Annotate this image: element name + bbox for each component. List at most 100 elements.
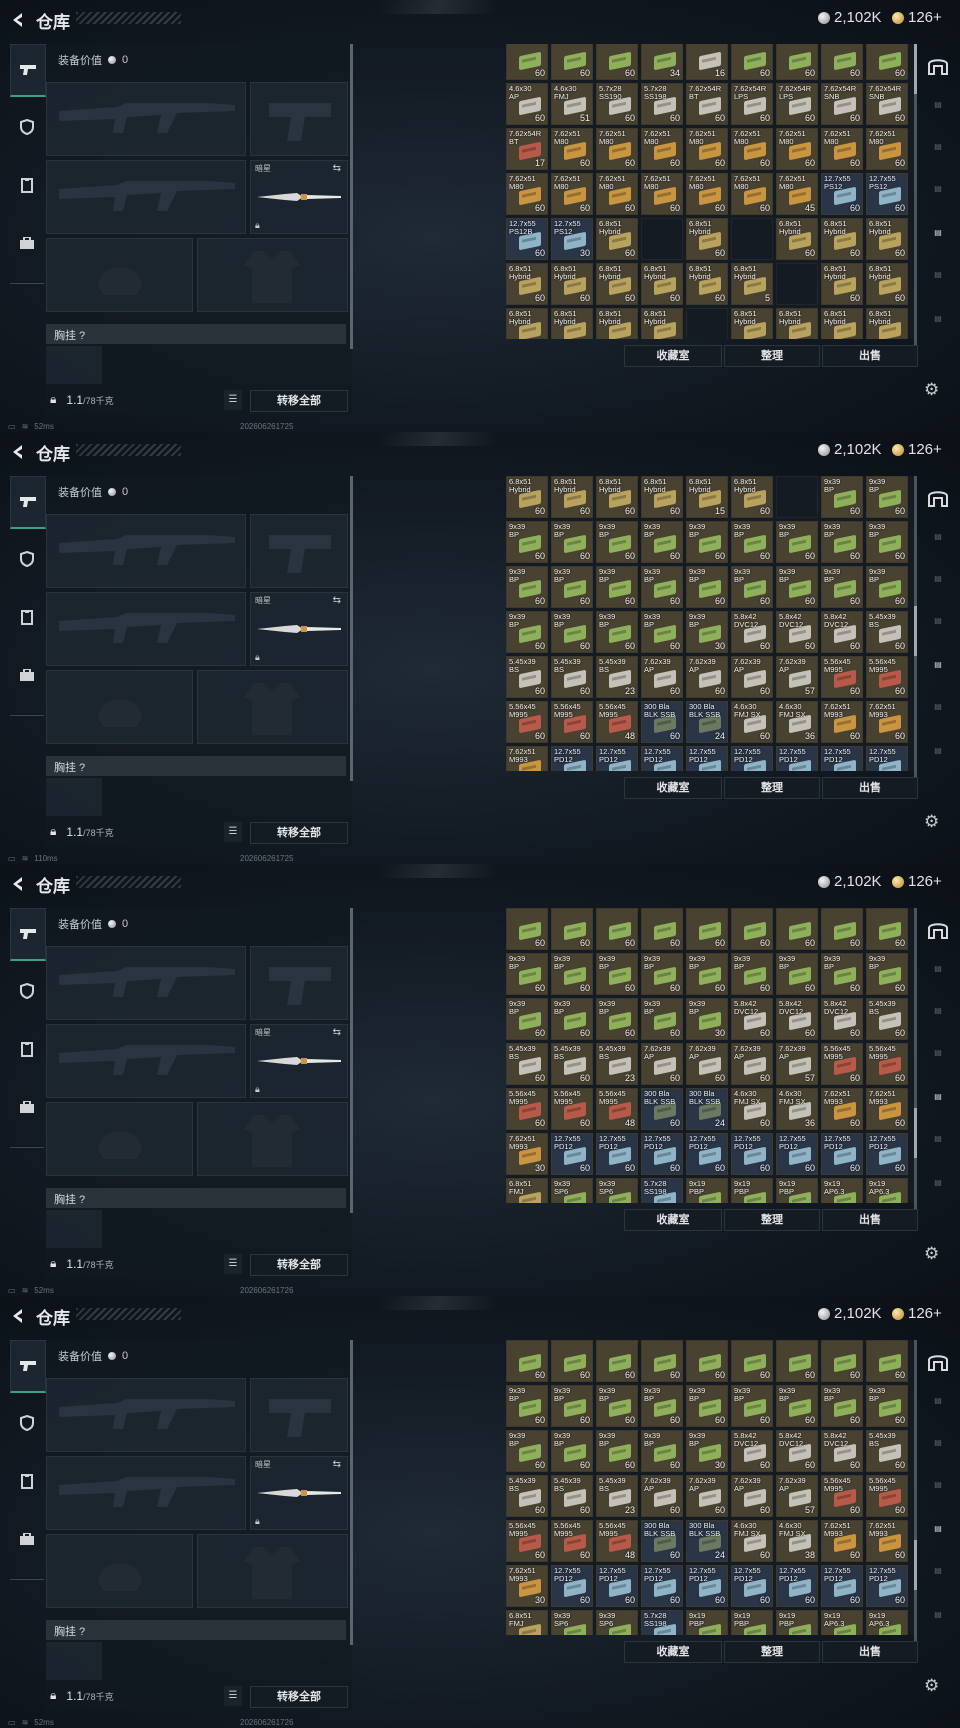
ammo-item[interactable]: 5.56x45 M995 60 bbox=[866, 656, 908, 698]
sort-button[interactable]: 整理 bbox=[724, 777, 820, 799]
ammo-item[interactable]: 12.7x55 PD1260 bbox=[866, 1565, 908, 1607]
ammo-item[interactable]: 7.62x39 AP 60 bbox=[641, 1043, 683, 1085]
empty-stash-slot[interactable] bbox=[776, 476, 818, 518]
ammo-item[interactable]: 60 bbox=[866, 1340, 908, 1382]
ammo-item[interactable]: 9x39 BP 60 bbox=[641, 611, 683, 653]
ammo-item[interactable]: 60 bbox=[776, 908, 818, 950]
ammo-item[interactable]: 5.56x45 M995 60 bbox=[506, 1520, 548, 1562]
ammo-item[interactable]: 6.8x51 Hybrid 60 bbox=[641, 263, 683, 305]
gold-currency[interactable]: 126+ bbox=[892, 873, 942, 890]
ammo-item[interactable]: 6.8x51 Hybrid 60 bbox=[506, 476, 548, 518]
ammo-item[interactable]: 4.6x30 FMJ SX 60 bbox=[731, 1520, 773, 1562]
ammo-item[interactable]: 9x19 PBP33 bbox=[776, 1178, 818, 1203]
stash-tab-6[interactable]: ▤ bbox=[924, 270, 952, 296]
ammo-item[interactable]: 4.6x30 FMJ SX 38 bbox=[776, 1520, 818, 1562]
ammo-item[interactable]: 7.62x51 M80 45 bbox=[776, 173, 818, 215]
ammo-item[interactable]: 60 bbox=[731, 908, 773, 950]
ammo-item[interactable]: 60 bbox=[596, 44, 638, 80]
ammo-item[interactable]: 12.7x55 PD1260 bbox=[641, 746, 683, 771]
ammo-item[interactable]: 12.7x55 PD1260 bbox=[821, 746, 863, 771]
ammo-item[interactable]: 9x39 BP 60 bbox=[506, 566, 548, 608]
ammo-item[interactable]: 12.7x55 PD1260 bbox=[821, 1565, 863, 1607]
armor-slot[interactable] bbox=[197, 1534, 348, 1608]
nav-weapons[interactable] bbox=[10, 476, 46, 529]
ammo-item[interactable]: 60 bbox=[776, 1340, 818, 1382]
armor-slot[interactable] bbox=[197, 238, 348, 312]
ammo-item[interactable]: 9x39 BP 60 bbox=[866, 1385, 908, 1427]
ammo-item[interactable]: 7.62x51 M80 60 bbox=[776, 128, 818, 170]
primary-weapon-slot[interactable] bbox=[46, 1378, 246, 1452]
ammo-item[interactable]: 5.7x28 SS19860 bbox=[641, 1610, 683, 1635]
ammo-item[interactable]: 9x19 PBP60 bbox=[686, 1178, 728, 1203]
ammo-item[interactable]: 4.6x30 FMJ SX 36 bbox=[776, 701, 818, 743]
ammo-item[interactable]: 5.8x42 DVC12 60 bbox=[821, 1430, 863, 1472]
back-arrow-icon[interactable] bbox=[8, 10, 28, 30]
stash-tab-3[interactable]: ▤ bbox=[924, 574, 952, 600]
ammo-item[interactable]: 9x39 BP 60 bbox=[551, 521, 593, 563]
ammo-item[interactable]: 7.62x51 M993 60 bbox=[821, 1088, 863, 1130]
empty-stash-slot[interactable] bbox=[686, 308, 728, 339]
ammo-item[interactable]: 5.8x42 DVC12 60 bbox=[731, 998, 773, 1040]
ammo-item[interactable]: 60 bbox=[866, 44, 908, 80]
ammo-item[interactable]: 6.8x51 Hybrid 60 bbox=[866, 218, 908, 260]
ammo-item[interactable]: 60 bbox=[641, 908, 683, 950]
ammo-item[interactable]: 7.62x51 M993 60 bbox=[821, 1520, 863, 1562]
secondary-weapon-slot[interactable] bbox=[46, 1456, 246, 1530]
ammo-item[interactable]: 5.45x39 BS 60 bbox=[551, 1475, 593, 1517]
ammo-item[interactable]: 12.7x55 PD1260 bbox=[776, 1133, 818, 1175]
nav-armor[interactable] bbox=[10, 966, 44, 1016]
ammo-item[interactable]: 60 bbox=[866, 908, 908, 950]
stash-tab-5[interactable]: ▤ bbox=[924, 228, 952, 254]
ammo-item[interactable]: 5.56x45 M995 60 bbox=[506, 701, 548, 743]
equipment-scrollbar[interactable] bbox=[350, 908, 353, 1213]
back-arrow-icon[interactable] bbox=[8, 1306, 28, 1326]
ammo-item[interactable]: 9x39 BP 60 bbox=[821, 476, 863, 518]
ammo-item[interactable]: 5.7x28 SS19860 bbox=[641, 83, 683, 125]
ammo-item[interactable]: 9x39 BP 60 bbox=[506, 998, 548, 1040]
ammo-item[interactable]: 7.62x51 M80 60 bbox=[596, 173, 638, 215]
ammo-item[interactable]: 9x39 BP 60 bbox=[551, 611, 593, 653]
ammo-item[interactable]: 9x39 BP 60 bbox=[596, 521, 638, 563]
secondary-weapon-slot[interactable] bbox=[46, 592, 246, 666]
ammo-item[interactable]: 9x19 PBP60 bbox=[731, 1610, 773, 1635]
ammo-item[interactable]: 9x39 SP640 bbox=[596, 1610, 638, 1635]
stash-scroll-thumb[interactable] bbox=[914, 1108, 917, 1158]
weight-lock-icon[interactable]: 🔒︎ bbox=[50, 1256, 56, 1271]
ammo-item[interactable]: 12.7x55 PD1260 bbox=[596, 1565, 638, 1607]
ammo-item[interactable]: 12.7x55 PD1260 bbox=[551, 1565, 593, 1607]
ammo-item[interactable]: 300 Bla BLK SSB 24 bbox=[686, 1088, 728, 1130]
ammo-item[interactable]: 60 bbox=[776, 44, 818, 80]
ammo-item[interactable]: 9x39 BP 60 bbox=[641, 566, 683, 608]
stash-tab-4[interactable]: ▤ bbox=[924, 616, 952, 642]
stash-tab-7[interactable]: ▤ bbox=[924, 746, 952, 772]
weight-lock-icon[interactable]: 🔒︎ bbox=[50, 392, 56, 407]
ammo-item[interactable]: 300 Bla BLK SSB 60 bbox=[641, 701, 683, 743]
sort-button[interactable]: 整理 bbox=[724, 1209, 820, 1231]
ammo-item[interactable]: 5.56x45 M995 60 bbox=[506, 1088, 548, 1130]
ammo-item[interactable]: 9x39 SP640 bbox=[596, 1178, 638, 1203]
ammo-item[interactable]: 9x39 BP 60 bbox=[686, 1385, 728, 1427]
ammo-item[interactable]: 12.7x55 PD1260 bbox=[686, 746, 728, 771]
stash-tab-7[interactable]: ▤ bbox=[924, 314, 952, 340]
swap-icon[interactable]: ⇆ bbox=[333, 163, 341, 174]
ammo-item[interactable]: 9x39 BP 60 bbox=[551, 1385, 593, 1427]
ammo-item[interactable]: 7.62x39 AP 57 bbox=[776, 656, 818, 698]
transfer-all-button[interactable]: 转移全部 bbox=[250, 1686, 348, 1708]
stash-tab-main[interactable] bbox=[924, 56, 952, 82]
chest-rig-slot[interactable] bbox=[46, 778, 102, 816]
ammo-item[interactable]: 6.8x51 Hybrid 5 bbox=[731, 263, 773, 305]
transfer-all-button[interactable]: 转移全部 bbox=[250, 822, 348, 844]
ammo-item[interactable]: 4.6x30 FMJ SX 60 bbox=[731, 1088, 773, 1130]
ammo-item[interactable]: 5.45x39 BS 60 bbox=[866, 611, 908, 653]
ammo-item[interactable]: 9x39 BP 60 bbox=[821, 1385, 863, 1427]
melee-slot[interactable]: 暗星 ⇆ 🔒︎ bbox=[250, 160, 348, 234]
stash-scrollbar[interactable] bbox=[914, 44, 917, 349]
nav-armor[interactable] bbox=[10, 1398, 44, 1448]
ammo-item[interactable]: 9x39 BP 60 bbox=[641, 1430, 683, 1472]
ammo-item[interactable]: 12.7x55 PD1260 bbox=[551, 1133, 593, 1175]
ammo-item[interactable]: 9x39 BP 60 bbox=[506, 1430, 548, 1472]
collection-button[interactable]: 收藏室 bbox=[624, 345, 722, 367]
nav-weapons[interactable] bbox=[10, 908, 46, 961]
stash-tab-4[interactable]: ▤ bbox=[924, 1480, 952, 1506]
empty-stash-slot[interactable] bbox=[731, 218, 773, 260]
